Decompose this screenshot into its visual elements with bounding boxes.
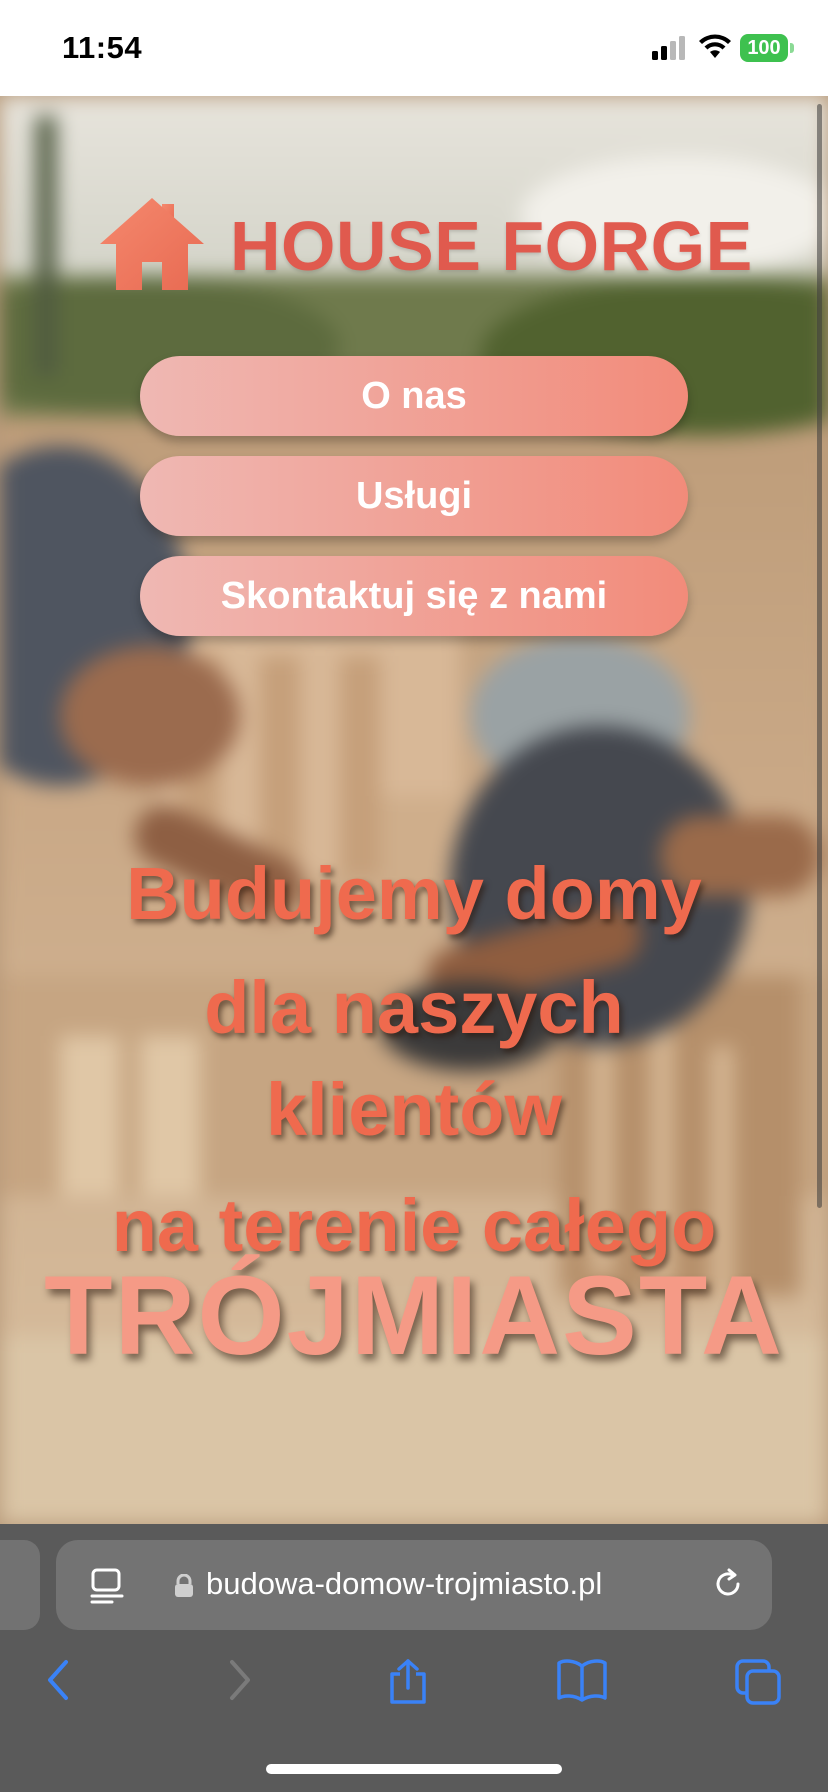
status-bar: 11:54 100 xyxy=(0,0,828,96)
nav-button-contact[interactable]: Skontaktuj się z nami xyxy=(140,556,688,636)
url-text[interactable]: budowa-domow-trojmiasto.pl xyxy=(206,1566,602,1602)
tabs-icon[interactable] xyxy=(734,1658,782,1706)
brand-logo[interactable]: HOUSE FORGE xyxy=(0,196,828,306)
hero-line-1: Budujemy domy xyxy=(126,852,702,935)
home-indicator xyxy=(266,1764,562,1774)
nav-button-about[interactable]: O nas xyxy=(140,356,688,436)
previous-tab-pill[interactable] xyxy=(0,1540,40,1630)
brand-name: HOUSE FORGE xyxy=(230,207,753,285)
hero-headline: Budujemy domy dla naszych klientów na te… xyxy=(0,851,828,1378)
hero-line-2: dla naszych xyxy=(204,966,624,1049)
reload-icon[interactable] xyxy=(710,1566,746,1602)
house-icon xyxy=(100,198,204,290)
battery-tip xyxy=(790,43,794,53)
main-navigation: O nas Usługi Skontaktuj się z nami xyxy=(140,356,688,656)
hero-line-3: klientów xyxy=(265,1068,563,1151)
lock-icon xyxy=(175,1574,193,1597)
signal-icon xyxy=(652,36,685,60)
forward-chevron-icon[interactable] xyxy=(218,1658,258,1702)
browser-toolbar: budowa-domow-trojmiasto.pl xyxy=(0,1524,828,1792)
reader-mode-icon[interactable] xyxy=(90,1568,124,1604)
bookmarks-icon[interactable] xyxy=(556,1658,608,1702)
share-icon[interactable] xyxy=(386,1658,430,1706)
hero-line-city: TRÓJMIASTA xyxy=(44,1253,784,1378)
battery-level: 100 xyxy=(740,34,788,62)
back-chevron-icon[interactable] xyxy=(40,1658,80,1702)
nav-button-services[interactable]: Usługi xyxy=(140,456,688,536)
address-bar[interactable]: budowa-domow-trojmiasto.pl xyxy=(56,1540,772,1630)
wifi-icon xyxy=(699,34,731,58)
status-time: 11:54 xyxy=(62,30,143,65)
webview[interactable]: HOUSE FORGE O nas Usługi Skontaktuj się … xyxy=(0,96,828,1524)
